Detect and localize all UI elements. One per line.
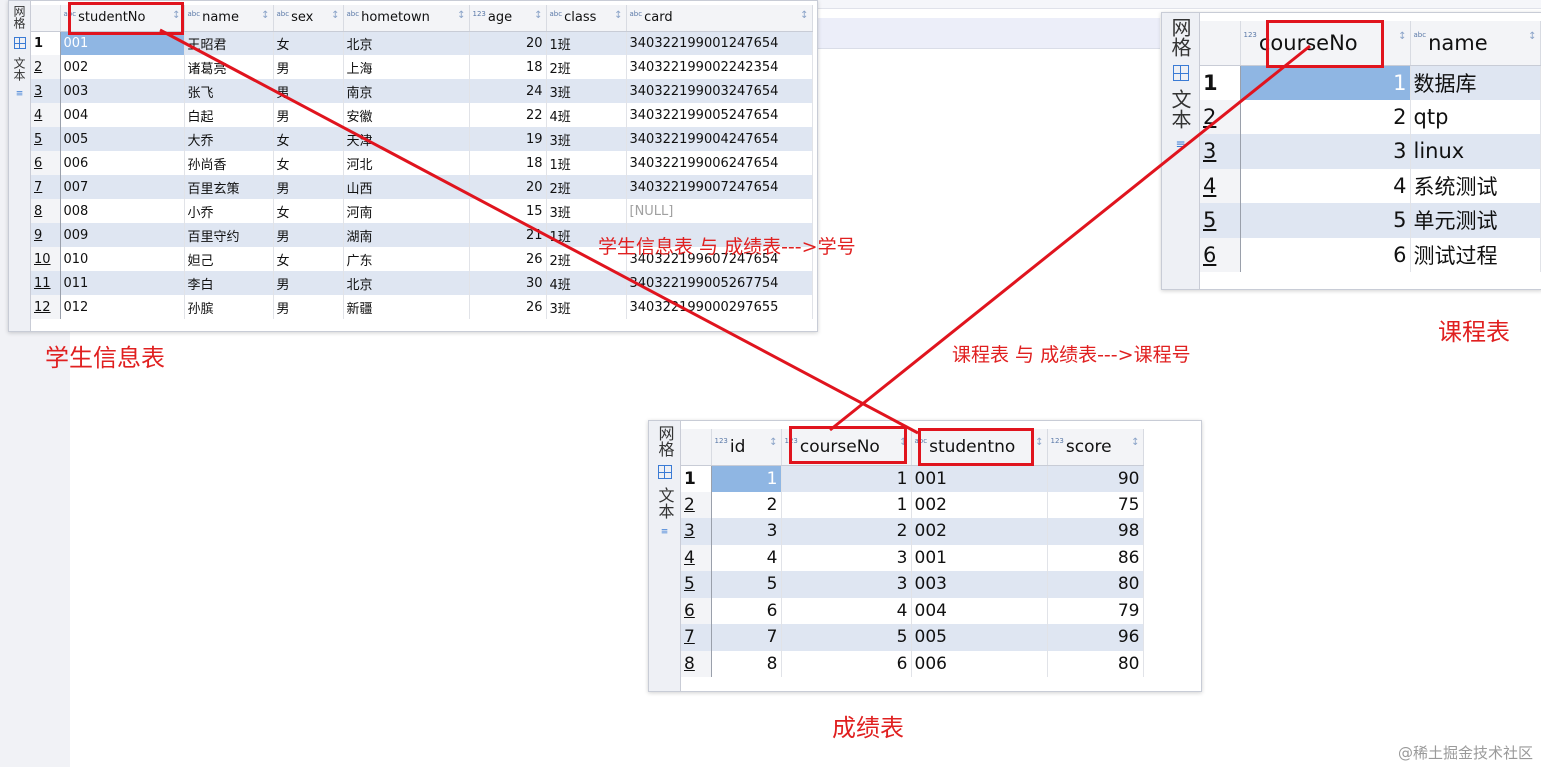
course-relation-line — [829, 44, 1311, 432]
score-table-caption: 成绩表 — [832, 714, 904, 742]
course-table-caption: 课程表 — [1438, 318, 1510, 346]
watermark: @稀土掘金技术社区 — [1397, 744, 1533, 762]
course-relation-annotation: 课程表 与 成绩表--->课程号 — [952, 344, 1191, 366]
student-table-caption: 学生信息表 — [45, 344, 165, 372]
student-relation-annotation: 学生信息表 与 成绩表--->学号 — [598, 236, 856, 258]
relation-lines — [159, 28, 1311, 435]
